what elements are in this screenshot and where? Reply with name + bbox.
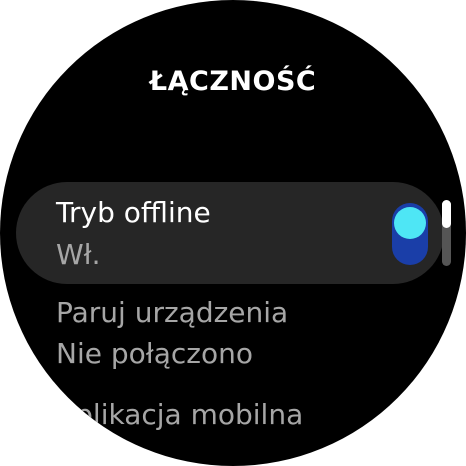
offline-mode-status: Wł. [56,238,101,271]
offline-mode-label: Tryb offline [56,196,211,229]
watch-screen: ŁĄCZNOŚĆ Tryb offline Wł. Paruj urządzen… [0,0,466,466]
mobile-app-label[interactable]: Aplikacja mobilna [56,398,303,431]
offline-mode-setting[interactable]: Tryb offline Wł. [16,182,444,284]
scrollbar-thumb[interactable] [442,200,451,228]
page-title: ŁĄCZNOŚĆ [149,66,317,97]
pair-devices-label[interactable]: Paruj urządzenia [56,296,288,329]
scrollbar[interactable] [442,200,451,266]
toggle-knob [394,207,426,239]
offline-mode-toggle[interactable] [392,203,428,265]
pair-devices-status: Nie połączono [56,337,253,370]
